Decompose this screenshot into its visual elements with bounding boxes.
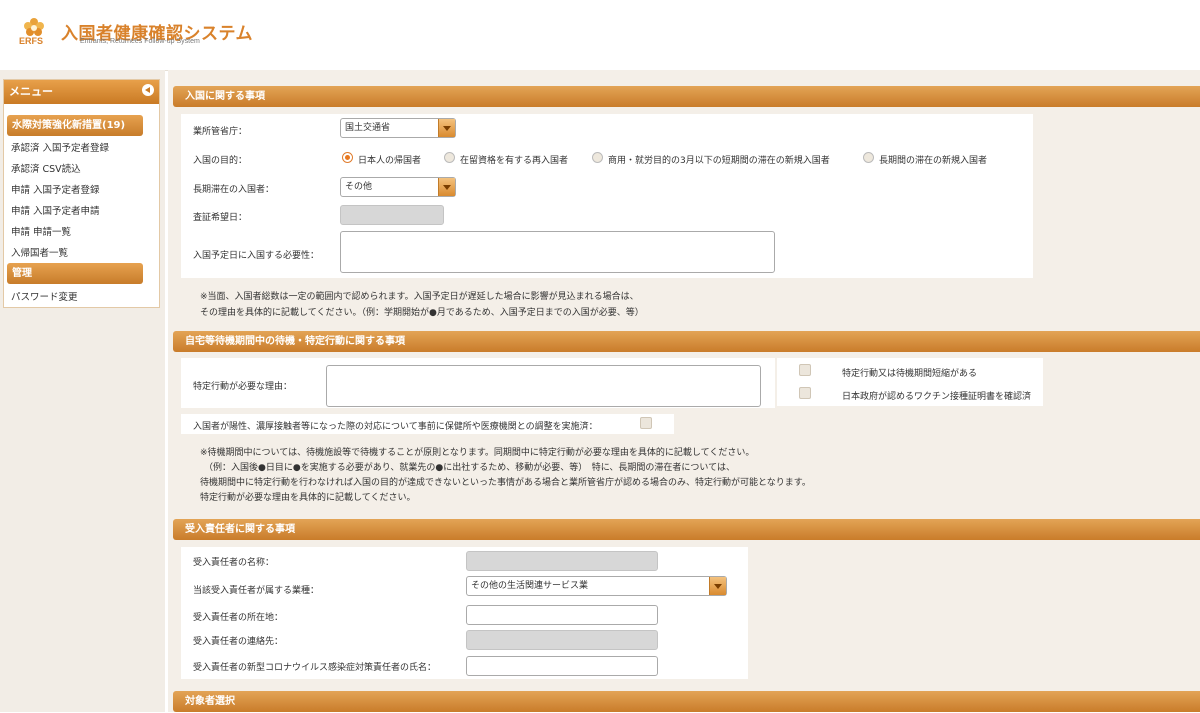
section-header-host: 受入責任者に関する事項 bbox=[173, 519, 1200, 540]
app-header: ERFS 入国者健康確認システム Entrants, Returnees Fol… bbox=[0, 0, 1200, 71]
longstay-label: 長期滞在の入国者： bbox=[193, 185, 275, 195]
host-name-label: 受入責任者の名称： bbox=[193, 558, 275, 568]
chevron-down-icon bbox=[709, 577, 726, 595]
section-header-entry: 入国に関する事項 bbox=[173, 86, 1200, 107]
menu-item-approved-csv[interactable]: 承認済 CSV読込 bbox=[11, 161, 81, 175]
quarantine-note-line: 待機期間中に特定行動を行わなければ入国の目的が達成できないといった事情がある場合… bbox=[200, 478, 811, 488]
covid-officer-input[interactable] bbox=[466, 656, 658, 676]
ministry-select-value: 国土交通省 bbox=[345, 123, 391, 133]
longstay-select-value: その他 bbox=[345, 182, 373, 192]
purpose-option-label: 商用・就労目的の3月以下の短期間の滞在の新規入国者 bbox=[608, 156, 830, 166]
ministry-label: 業所管省庁： bbox=[193, 127, 248, 137]
industry-select-value: その他の生活関連サービス業 bbox=[471, 581, 589, 591]
address-label: 受入責任者の所在地： bbox=[193, 613, 284, 623]
flower-logo-icon bbox=[24, 18, 44, 36]
covid-officer-label: 受入責任者の新型コロナウイルス感染症対策責任者の氏名： bbox=[193, 663, 437, 673]
industry-label: 当該受入責任者が属する業種： bbox=[193, 586, 320, 596]
menu-item-password[interactable]: パスワード変更 bbox=[11, 289, 78, 303]
menu-panel: メニュー 水際対策強化新措置(19) 承認済 入国予定者登録 承認済 CSV読込… bbox=[3, 79, 160, 308]
menu-category-admin[interactable]: 管理 bbox=[7, 263, 143, 284]
adjust-label: 入国者が陽性、濃厚接触者等になった際の対応について事前に保健所や医療機関との調整… bbox=[193, 422, 598, 432]
purpose-radio-shortstay[interactable] bbox=[592, 152, 603, 163]
special-action-label: 特定行動又は待機期間短縮がある bbox=[842, 369, 978, 379]
vaccine-cert-label: 日本政府が認めるワクチン接種証明書を確認済 bbox=[842, 392, 1032, 402]
vaccine-cert-checkbox[interactable] bbox=[799, 387, 811, 399]
purpose-option-label: 在留資格を有する再入国者 bbox=[460, 156, 569, 166]
necessity-textarea[interactable] bbox=[340, 231, 775, 273]
purpose-label: 入国の目的： bbox=[193, 156, 248, 166]
quarantine-note-line: 特定行動が必要な理由を具体的に記載してください。 bbox=[200, 493, 416, 503]
contact-input bbox=[466, 630, 658, 650]
menu-item-apply-register[interactable]: 申請 入国予定者登録 bbox=[11, 182, 100, 196]
contact-label: 受入責任者の連絡先： bbox=[193, 637, 284, 647]
entry-note-line: ※当面、入国者総数は一定の範囲内で認められます。入国予定日が遅延した場合に影響が… bbox=[200, 292, 639, 302]
special-action-checkbox[interactable] bbox=[799, 364, 811, 376]
purpose-radio-returnee[interactable] bbox=[342, 152, 353, 163]
menu-title: メニュー bbox=[9, 85, 53, 98]
visa-date-label: 査証希望日： bbox=[193, 213, 248, 223]
ministry-select[interactable]: 国土交通省 bbox=[340, 118, 456, 138]
quarantine-note-line: （例：入国後●日目に●を実施する必要があり、就業先の●に出社するため、移動が必要… bbox=[204, 463, 735, 473]
menu-item-apply-application[interactable]: 申請 入国予定者申請 bbox=[11, 203, 100, 217]
visa-date-input bbox=[340, 205, 444, 225]
adjust-checkbox[interactable] bbox=[640, 417, 652, 429]
menu-item-entrants-list[interactable]: 入帰国者一覧 bbox=[11, 245, 68, 259]
industry-select[interactable]: その他の生活関連サービス業 bbox=[466, 576, 727, 596]
chevron-down-icon bbox=[438, 119, 455, 137]
longstay-select[interactable]: その他 bbox=[340, 177, 456, 197]
menu-header: メニュー bbox=[4, 80, 159, 104]
purpose-option-label: 長期間の滞在の新規入国者 bbox=[879, 156, 988, 166]
logo-text: ERFS bbox=[19, 36, 44, 46]
entry-note-line: その理由を具体的に記載してください。（例：学期開始が●月であるため、入国予定日ま… bbox=[200, 308, 644, 318]
sidebar: メニュー 水際対策強化新措置(19) 承認済 入国予定者登録 承認済 CSV読込… bbox=[0, 70, 165, 712]
quarantine-note-line: ※待機期間中については、待機施設等で待機することが原則となります。同期間中に特定… bbox=[200, 448, 755, 458]
menu-item-approved-register[interactable]: 承認済 入国予定者登録 bbox=[11, 140, 109, 154]
app-subtitle: Entrants, Returnees Follow-up System bbox=[80, 38, 200, 45]
menu-category-measures[interactable]: 水際対策強化新措置(19) bbox=[7, 115, 143, 136]
chevron-down-icon bbox=[438, 178, 455, 196]
collapse-arrow-icon[interactable] bbox=[142, 84, 154, 96]
reason-label: 特定行動が必要な理由： bbox=[193, 382, 293, 392]
purpose-option-label: 日本人の帰国者 bbox=[358, 156, 422, 166]
section-header-quarantine: 自宅等待機期間中の待機・特定行動に関する事項 bbox=[173, 331, 1200, 352]
necessity-label: 入国予定日に入国する必要性： bbox=[193, 251, 320, 261]
reason-textarea[interactable] bbox=[326, 365, 761, 407]
menu-item-apply-list[interactable]: 申請 申請一覧 bbox=[11, 224, 71, 238]
section-header-target: 対象者選択 bbox=[173, 691, 1200, 712]
purpose-radio-reentry[interactable] bbox=[444, 152, 455, 163]
address-input[interactable] bbox=[466, 605, 658, 625]
purpose-radio-longstay[interactable] bbox=[863, 152, 874, 163]
host-name-input bbox=[466, 551, 658, 571]
